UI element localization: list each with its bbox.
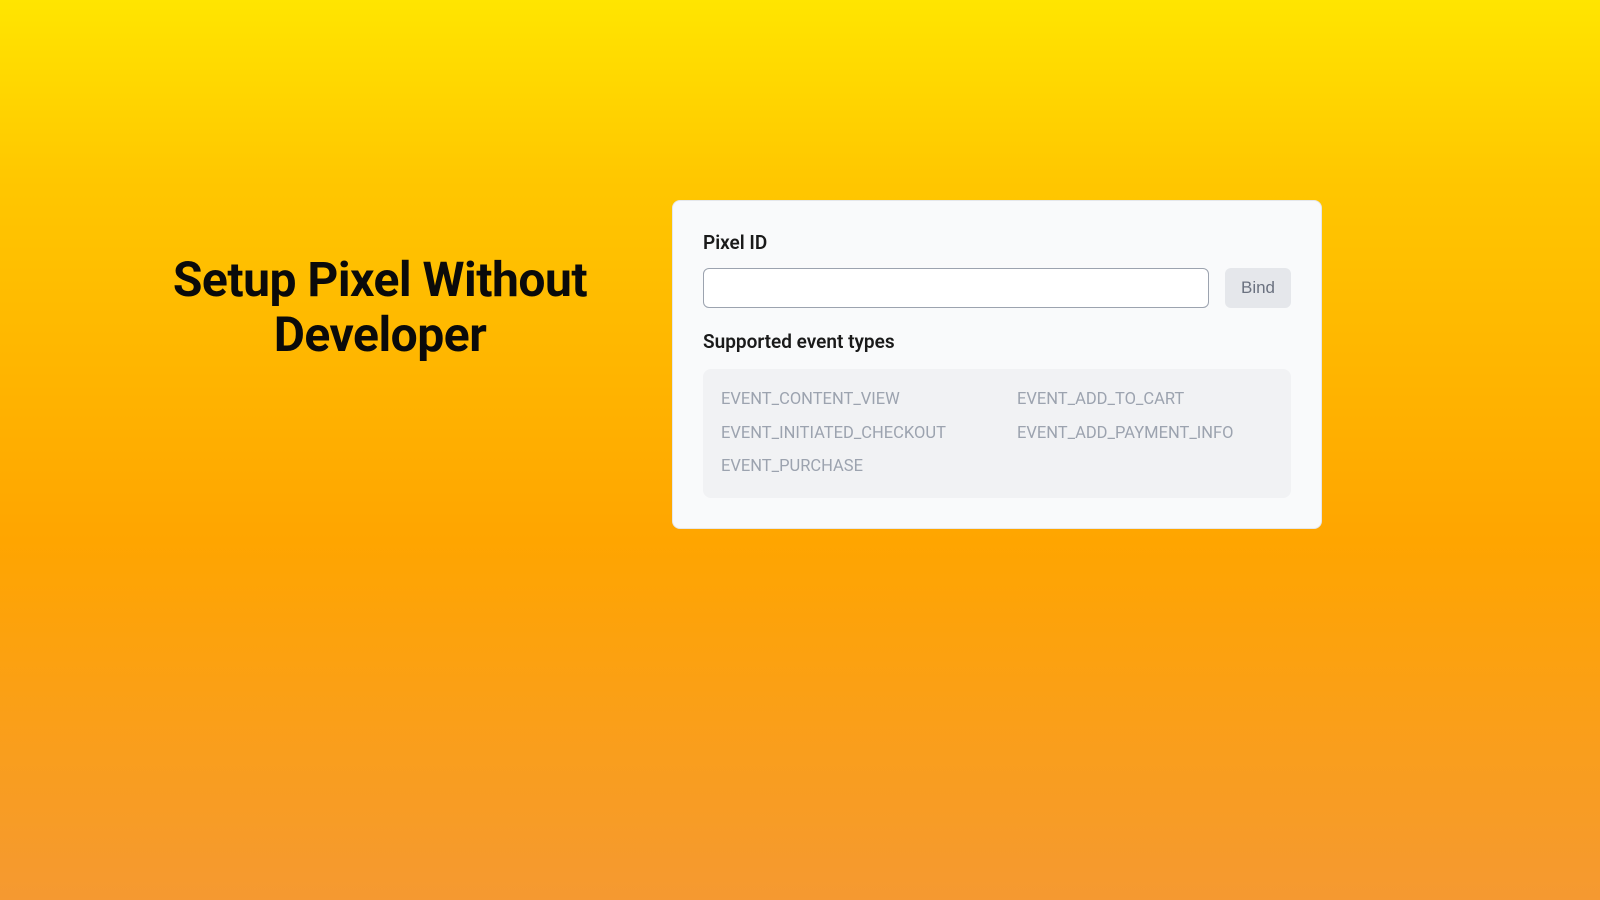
pixel-id-label: Pixel ID — [703, 231, 1291, 254]
event-type-item: EVENT_ADD_TO_CART — [1017, 387, 1273, 413]
event-type-item: EVENT_CONTENT_VIEW — [721, 387, 977, 413]
page-heading: Setup Pixel Without Developer — [160, 252, 600, 362]
pixel-id-input-row: Bind — [703, 268, 1291, 308]
event-type-item: EVENT_ADD_PAYMENT_INFO — [1017, 421, 1273, 447]
event-type-item: EVENT_INITIATED_CHECKOUT — [721, 421, 977, 447]
pixel-setup-card: Pixel ID Bind Supported event types EVEN… — [672, 200, 1322, 529]
supported-events-label: Supported event types — [703, 330, 1291, 353]
pixel-id-input[interactable] — [703, 268, 1209, 308]
supported-events-box: EVENT_CONTENT_VIEW EVENT_ADD_TO_CART EVE… — [703, 369, 1291, 498]
event-type-item: EVENT_PURCHASE — [721, 454, 977, 480]
bind-button[interactable]: Bind — [1225, 268, 1291, 308]
